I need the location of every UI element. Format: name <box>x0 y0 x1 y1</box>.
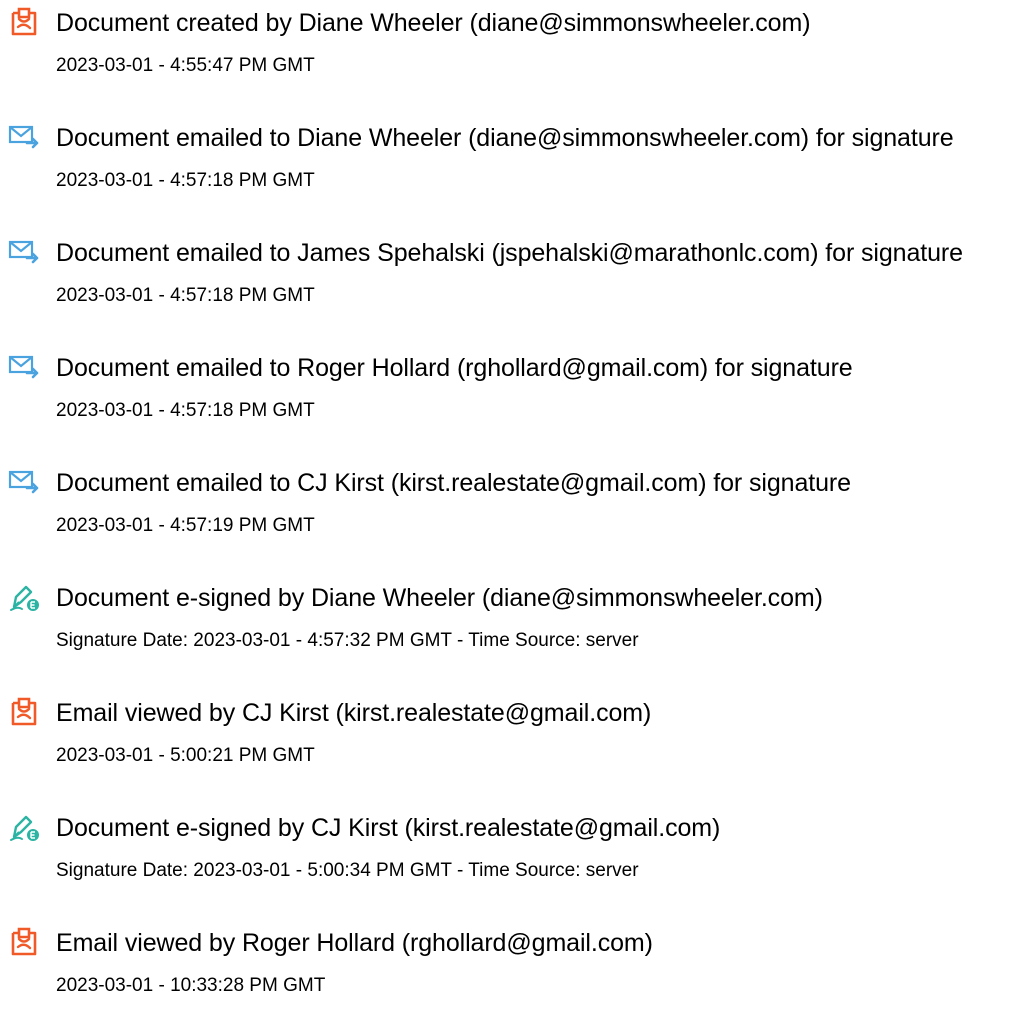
audit-event-emailed: Document emailed to James Spehalski (jsp… <box>0 230 1033 330</box>
audit-event-viewed: Email viewed by CJ Kirst (kirst.realesta… <box>0 690 1033 790</box>
event-timestamp: 2023-03-01 - 4:55:47 PM GMT <box>56 55 315 76</box>
audit-event-esigned: Document e-signed by Diane Wheeler (dian… <box>0 575 1033 675</box>
email-sent-icon <box>8 121 40 153</box>
e-sign-pen-icon <box>8 581 40 613</box>
event-timestamp: 2023-03-01 - 4:57:19 PM GMT <box>56 515 315 536</box>
email-sent-icon <box>8 466 40 498</box>
audit-event-created: Document created by Diane Wheeler (diane… <box>0 0 1033 100</box>
event-title: Document emailed to CJ Kirst (kirst.real… <box>56 469 851 497</box>
event-title: Document emailed to Roger Hollard (rghol… <box>56 354 853 382</box>
event-timestamp: 2023-03-01 - 4:57:18 PM GMT <box>56 285 315 306</box>
event-signature-date: Signature Date: 2023-03-01 - 5:00:34 PM … <box>56 860 639 881</box>
email-sent-icon <box>8 351 40 383</box>
event-timestamp: 2023-03-01 - 4:57:18 PM GMT <box>56 170 315 191</box>
event-title: Document e-signed by CJ Kirst (kirst.rea… <box>56 814 721 842</box>
audit-event-emailed: Document emailed to Roger Hollard (rghol… <box>0 345 1033 445</box>
email-sent-icon <box>8 236 40 268</box>
event-timestamp: 2023-03-01 - 5:00:21 PM GMT <box>56 745 315 766</box>
event-title: Document emailed to James Spehalski (jsp… <box>56 239 963 267</box>
event-title: Document created by Diane Wheeler (diane… <box>56 9 811 37</box>
event-title: Document e-signed by Diane Wheeler (dian… <box>56 584 823 612</box>
audit-event-emailed: Document emailed to CJ Kirst (kirst.real… <box>0 460 1033 560</box>
event-timestamp: 2023-03-01 - 4:57:18 PM GMT <box>56 400 315 421</box>
audit-event-emailed: Document emailed to Diane Wheeler (diane… <box>0 115 1033 215</box>
event-timestamp: 2023-03-01 - 10:33:28 PM GMT <box>56 975 326 996</box>
audit-event-viewed: Email viewed by Roger Hollard (rghollard… <box>0 920 1033 1020</box>
document-viewed-icon <box>8 696 40 728</box>
document-created-icon <box>8 6 40 38</box>
document-viewed-icon <box>8 926 40 958</box>
event-title: Email viewed by Roger Hollard (rghollard… <box>56 929 653 957</box>
event-title: Email viewed by CJ Kirst (kirst.realesta… <box>56 699 652 727</box>
event-signature-date: Signature Date: 2023-03-01 - 4:57:32 PM … <box>56 630 639 651</box>
e-sign-pen-icon <box>8 811 40 843</box>
event-title: Document emailed to Diane Wheeler (diane… <box>56 124 954 152</box>
audit-event-esigned: Document e-signed by CJ Kirst (kirst.rea… <box>0 805 1033 905</box>
